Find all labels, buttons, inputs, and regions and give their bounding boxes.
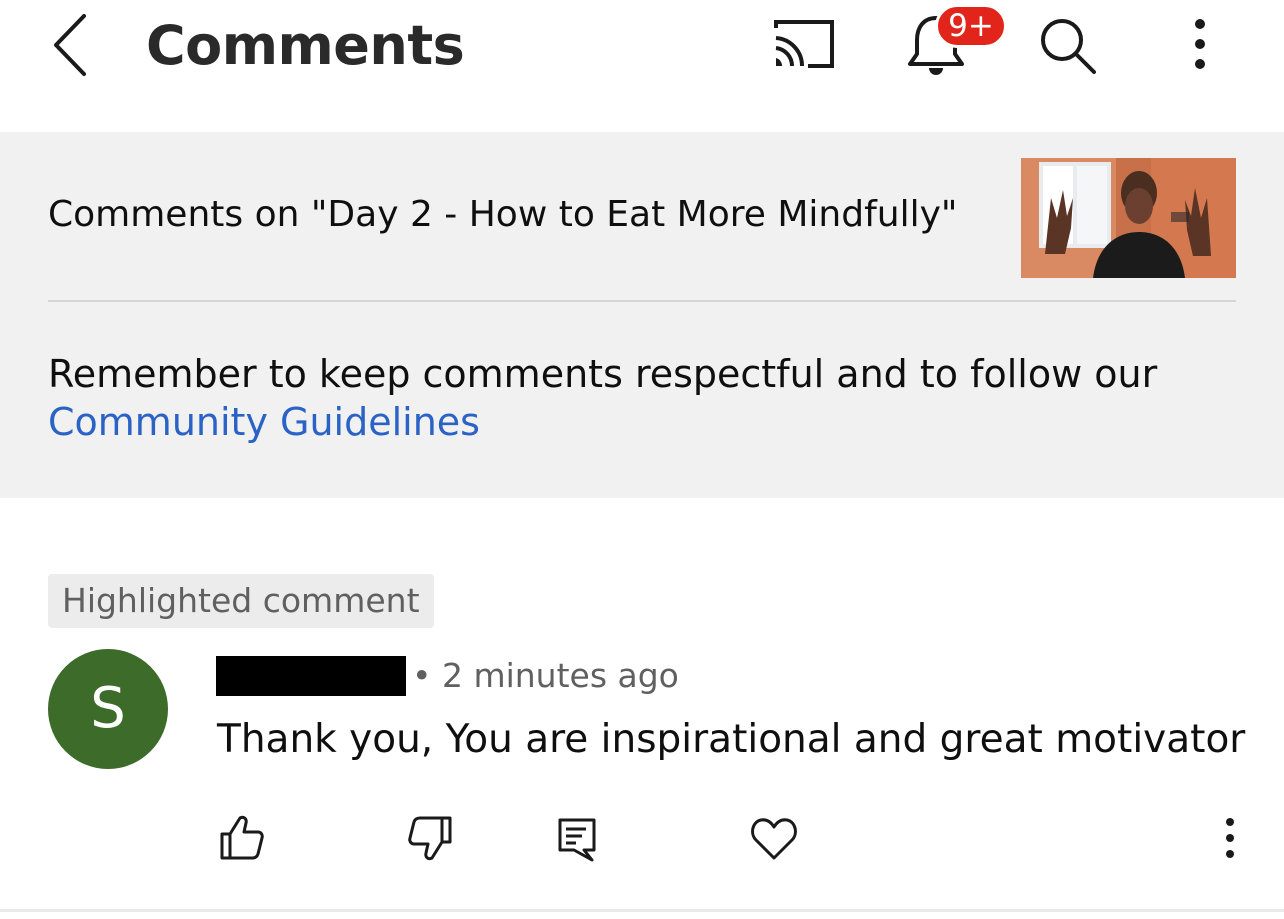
- author-name-redacted[interactable]: [216, 656, 406, 696]
- avatar[interactable]: S: [48, 649, 168, 769]
- reply-icon[interactable]: [552, 810, 604, 866]
- cast-icon[interactable]: [770, 16, 836, 72]
- community-guidelines-link[interactable]: Community Guidelines: [48, 398, 1238, 446]
- page-title: Comments: [146, 14, 465, 77]
- more-vertical-icon[interactable]: [1180, 14, 1220, 74]
- video-thumbnail[interactable]: [1021, 158, 1236, 278]
- more-vertical-icon[interactable]: [1210, 810, 1262, 866]
- back-arrow-icon[interactable]: [46, 10, 106, 80]
- community-reminder: Remember to keep comments respectful and…: [48, 350, 1238, 446]
- divider: [0, 909, 1284, 912]
- comment-timestamp: • 2 minutes ago: [412, 656, 679, 695]
- heart-icon[interactable]: [748, 810, 800, 866]
- divider: [48, 300, 1236, 302]
- search-icon[interactable]: [1036, 14, 1100, 76]
- reminder-text: Remember to keep comments respectful and…: [48, 352, 1158, 396]
- highlighted-comment-badge: Highlighted comment: [48, 574, 434, 628]
- top-app-bar: Comments 9+: [0, 0, 1284, 132]
- video-title-label: Comments on "Day 2 - How to Eat More Min…: [48, 194, 958, 235]
- notification-badge[interactable]: 9+: [935, 4, 1007, 48]
- thumb-up-icon[interactable]: [214, 810, 266, 866]
- video-info-panel: Comments on "Day 2 - How to Eat More Min…: [0, 132, 1284, 498]
- comment-text: Thank you, You are inspirational and gre…: [217, 717, 1246, 762]
- thumb-down-icon[interactable]: [406, 810, 458, 866]
